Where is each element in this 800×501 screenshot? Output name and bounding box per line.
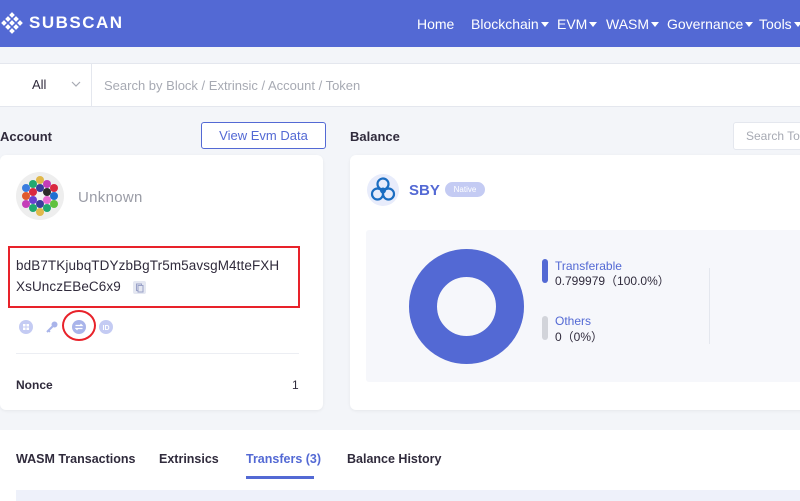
nav-governance[interactable]: Governance: [667, 16, 754, 32]
caret-down-icon: [745, 22, 754, 27]
tab-balance-history[interactable]: Balance History: [347, 452, 441, 466]
svg-text:ID: ID: [103, 325, 110, 332]
convert-highlight-circle: [62, 310, 96, 341]
sby-token-icon: [367, 174, 399, 206]
balance-donut-chart: [409, 249, 524, 364]
caret-down-icon: [589, 22, 598, 27]
balance-section-title: Balance: [350, 129, 400, 144]
search-token-input[interactable]: [733, 122, 800, 150]
caret-down-icon: [793, 22, 800, 27]
nav-wasm-label: WASM: [606, 16, 650, 32]
nav-blockchain[interactable]: Blockchain: [471, 16, 549, 32]
avatar: [16, 172, 64, 220]
copy-icon[interactable]: [133, 281, 146, 294]
account-divider: [16, 353, 299, 354]
account-address-line1: bdB7TKjubqTDYzbBgTr5m5avsgM4tteFXH: [16, 258, 280, 273]
id-icon[interactable]: ID: [99, 320, 113, 334]
logo-icon: [1, 12, 23, 34]
nav-governance-label: Governance: [667, 16, 744, 32]
key-glyph: [46, 321, 58, 333]
nav-home[interactable]: Home: [417, 16, 454, 32]
legend-others-value: 0（0%）: [555, 330, 604, 344]
donut-slice-transferable: [409, 249, 524, 364]
logo[interactable]: SUBSCAN: [0, 12, 124, 34]
tab-wasm-transactions[interactable]: WASM Transactions: [16, 452, 135, 466]
search-input[interactable]: [104, 64, 794, 106]
legend-others-label: Others: [555, 314, 592, 328]
active-tab-indicator: [246, 476, 314, 479]
tab-content-area: [16, 490, 800, 501]
search-filter-value: All: [32, 77, 47, 92]
search-filter-select[interactable]: All: [0, 64, 92, 106]
account-address-line2: XsUnczEBeC6x9: [16, 279, 121, 294]
qr-code-icon[interactable]: [19, 320, 33, 334]
legend-transferable-value: 0.799979（100.0%）: [555, 274, 670, 288]
legend-transferable-label: Transferable: [555, 259, 622, 273]
tab-transfers[interactable]: Transfers (3): [246, 452, 321, 466]
qr-glyph: [23, 324, 29, 330]
nonce-label: Nonce: [16, 378, 53, 392]
nav-blockchain-label: Blockchain: [471, 16, 539, 32]
nav-tools[interactable]: Tools: [759, 16, 800, 32]
global-search-bar: All: [0, 63, 800, 107]
native-badge: Native: [445, 182, 485, 197]
nav-evm-label: EVM: [557, 16, 588, 32]
caret-down-icon: [540, 22, 549, 27]
nav-home-label: Home: [417, 16, 455, 32]
token-symbol: SBY: [409, 182, 440, 199]
tab-extrinsics[interactable]: Extrinsics: [159, 452, 219, 466]
top-navbar: SUBSCAN Home Blockchain EVM WASM Governa…: [0, 0, 800, 47]
nonce-value: 1: [292, 378, 299, 392]
nav-tools-label: Tools: [759, 16, 792, 32]
panel-divider: [709, 268, 710, 344]
id-glyph: ID: [103, 325, 110, 332]
logo-text: SUBSCAN: [29, 13, 124, 32]
copy-glyph: [136, 283, 144, 293]
account-section-title: Account: [0, 129, 52, 144]
view-evm-data-button[interactable]: View Evm Data: [201, 122, 326, 149]
key-icon[interactable]: [45, 320, 59, 334]
legend-swatch-others: [542, 316, 548, 340]
account-display-name: Unknown: [78, 189, 143, 206]
legend-swatch-transferable: [542, 259, 548, 283]
address-highlight-box: [8, 246, 300, 308]
caret-down-icon: [651, 22, 660, 27]
nav-wasm[interactable]: WASM: [606, 16, 660, 32]
chevron-down-icon: [71, 81, 81, 87]
nav-evm[interactable]: EVM: [557, 16, 598, 32]
